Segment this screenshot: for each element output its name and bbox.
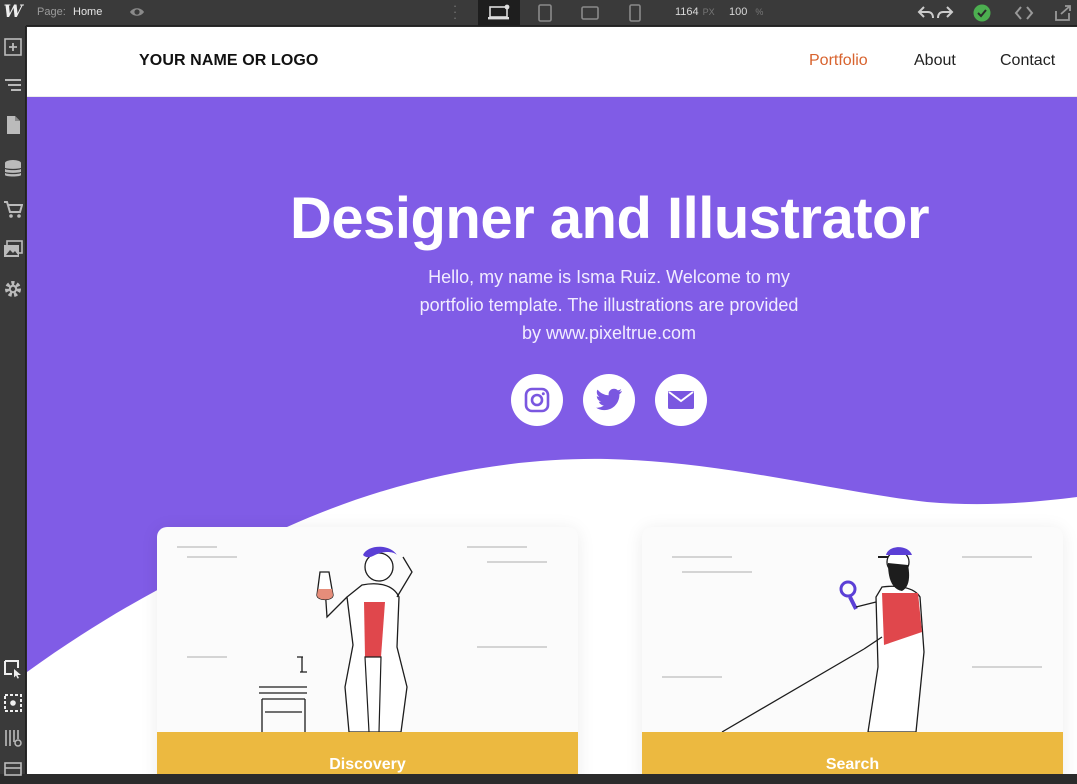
grid-overlay-icon[interactable] [0, 723, 26, 753]
publish-share-icon[interactable] [1053, 3, 1073, 23]
redo-icon[interactable] [935, 3, 955, 23]
settings-icon[interactable] [0, 274, 26, 304]
page-label: Page: [37, 6, 66, 18]
portfolio-card-search[interactable]: Search [642, 527, 1063, 774]
design-canvas[interactable]: YOUR NAME OR LOGO Portfolio About Contac… [27, 27, 1077, 774]
navigator-icon[interactable] [0, 70, 26, 100]
desktop-breakpoint-icon[interactable] [478, 0, 520, 26]
webflow-logo-icon[interactable]: W [0, 0, 26, 26]
more-options-icon[interactable]: · · · [452, 0, 458, 24]
hero-section: Designer and Illustrator Hello, my name … [27, 97, 1077, 774]
assets-icon[interactable] [0, 234, 26, 264]
code-export-icon[interactable] [1014, 3, 1034, 23]
zoom-readout[interactable]: 100% [729, 6, 763, 18]
page-selector[interactable]: Home [73, 6, 102, 18]
tablet-breakpoint-icon[interactable] [524, 0, 566, 26]
site-navbar: YOUR NAME OR LOGO Portfolio About Contac… [27, 27, 1077, 97]
audit-icon[interactable] [0, 754, 26, 784]
ecommerce-icon[interactable] [0, 194, 26, 224]
mobile-portrait-breakpoint-icon[interactable] [614, 0, 656, 26]
preview-tool-icon[interactable] [0, 688, 26, 718]
status-check-icon[interactable] [972, 3, 992, 23]
undo-icon[interactable] [916, 3, 936, 23]
explorer-illustration [662, 547, 1042, 732]
portfolio-card-discovery[interactable]: Discovery [157, 527, 578, 774]
card-title-search: Search [825, 756, 880, 773]
add-panel-icon[interactable] [0, 32, 26, 62]
pages-icon[interactable] [0, 110, 26, 140]
editor-top-bar: W Page: Home · · · 1164 PX 100% [0, 0, 1077, 26]
canvas-width-readout[interactable]: 1164 PX [675, 6, 715, 18]
cms-icon[interactable] [0, 154, 26, 184]
scientist-illustration [177, 546, 547, 732]
card-label-bar: Discovery [157, 732, 578, 774]
left-tool-rail [0, 26, 26, 776]
nav-link-contact[interactable]: Contact [1000, 52, 1055, 70]
card-label-bar: Search [642, 732, 1063, 774]
preview-eye-icon[interactable] [129, 4, 145, 20]
card-title-discovery: Discovery [329, 756, 406, 773]
site-brand-logo[interactable]: YOUR NAME OR LOGO [139, 52, 318, 70]
select-tool-icon[interactable] [0, 654, 26, 684]
mobile-landscape-breakpoint-icon[interactable] [569, 0, 611, 26]
nav-link-portfolio[interactable]: Portfolio [809, 52, 868, 70]
nav-link-about[interactable]: About [914, 52, 956, 70]
